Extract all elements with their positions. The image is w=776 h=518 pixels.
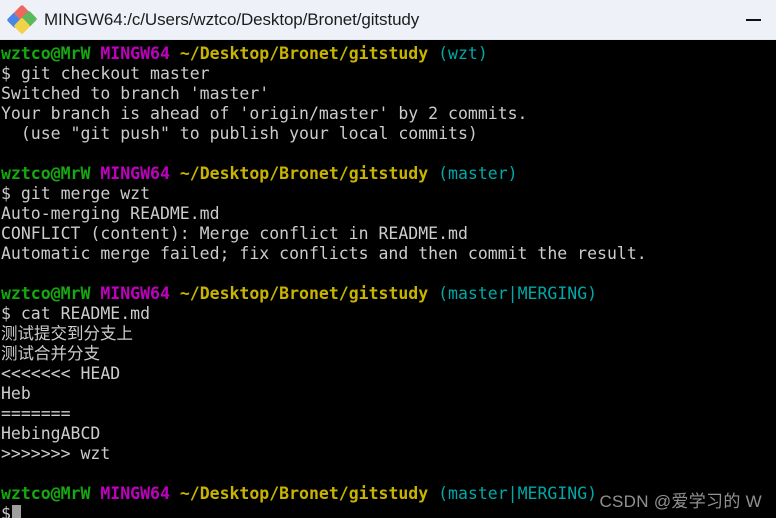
- command-text: git checkout master: [20, 64, 210, 83]
- output-line: Automatic merge failed; fix conflicts an…: [1, 244, 647, 263]
- output-line: Heb: [1, 384, 31, 403]
- prompt-shell: MINGW64: [100, 484, 170, 503]
- prompt-symbol: $: [1, 504, 11, 518]
- output-line: Auto-merging README.md: [1, 204, 220, 223]
- command-line: $ git checkout master: [0, 64, 776, 84]
- conflict-marker-ours: <<<<<<< HEAD: [1, 364, 121, 383]
- minimize-button[interactable]: [730, 0, 776, 40]
- prompt-symbol: $: [1, 184, 11, 203]
- command-text: git merge wzt: [20, 184, 151, 203]
- prompt-branch: (master|MERGING): [438, 284, 598, 303]
- prompt-shell: MINGW64: [100, 164, 170, 183]
- prompt-path: ~/Desktop/Bronet/gitstudy: [179, 484, 429, 503]
- prompt-branch: (wzt): [438, 44, 488, 63]
- prompt-line: wztco@MrW MINGW64 ~/Desktop/Bronet/gitst…: [0, 484, 776, 504]
- prompt-path: ~/Desktop/Bronet/gitstudy: [179, 164, 429, 183]
- output-line: 测试提交到分支上: [1, 324, 133, 343]
- minimize-icon: [745, 19, 761, 21]
- prompt-user: wztco@MrW: [1, 44, 91, 63]
- prompt-shell: MINGW64: [100, 284, 170, 303]
- prompt-user: wztco@MrW: [1, 284, 91, 303]
- prompt-shell: MINGW64: [100, 44, 170, 63]
- prompt-branch: (master): [438, 164, 518, 183]
- active-command-line[interactable]: $: [0, 504, 776, 518]
- output-line: Your branch is ahead of 'origin/master' …: [1, 104, 528, 123]
- titlebar[interactable]: MINGW64:/c/Users/wztco/Desktop/Bronet/gi…: [0, 0, 776, 40]
- terminal-window: MINGW64:/c/Users/wztco/Desktop/Bronet/gi…: [0, 0, 776, 518]
- output-line: 测试合并分支: [1, 344, 100, 363]
- output-line: Switched to branch 'master': [1, 84, 270, 103]
- conflict-marker-theirs: >>>>>>> wzt: [1, 444, 111, 463]
- command-line: $ git merge wzt: [0, 184, 776, 204]
- output-line: CONFLICT (content): Merge conflict in RE…: [1, 224, 468, 243]
- prompt-line: wztco@MrW MINGW64 ~/Desktop/Bronet/gitst…: [0, 284, 776, 304]
- prompt-symbol: $: [1, 304, 11, 323]
- window-title: MINGW64:/c/Users/wztco/Desktop/Bronet/gi…: [44, 9, 420, 29]
- prompt-branch: (master|MERGING): [438, 484, 598, 503]
- prompt-path: ~/Desktop/Bronet/gitstudy: [179, 44, 429, 63]
- text-cursor: [11, 505, 21, 518]
- git-bash-icon: [6, 4, 38, 34]
- prompt-path: ~/Desktop/Bronet/gitstudy: [179, 284, 429, 303]
- conflict-marker-separator: =======: [1, 404, 71, 423]
- window-controls: [730, 0, 776, 40]
- terminal-output[interactable]: wztco@MrW MINGW64 ~/Desktop/Bronet/gitst…: [0, 40, 776, 518]
- prompt-symbol: $: [1, 64, 11, 83]
- output-line: (use "git push" to publish your local co…: [1, 124, 478, 143]
- prompt-user: wztco@MrW: [1, 164, 91, 183]
- output-line: HebingABCD: [1, 424, 101, 443]
- prompt-line: wztco@MrW MINGW64 ~/Desktop/Bronet/gitst…: [0, 44, 776, 64]
- prompt-user: wztco@MrW: [1, 484, 91, 503]
- command-line: $ cat README.md: [0, 304, 776, 324]
- prompt-line: wztco@MrW MINGW64 ~/Desktop/Bronet/gitst…: [0, 164, 776, 184]
- command-text: cat README.md: [20, 304, 151, 323]
